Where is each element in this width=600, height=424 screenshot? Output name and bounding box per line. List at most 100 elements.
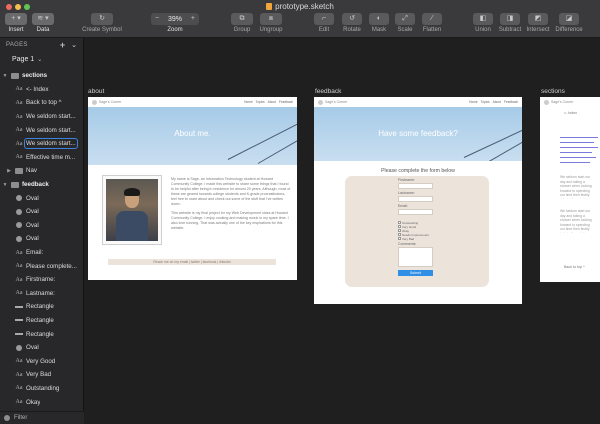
zoom-in-icon[interactable]: + [191, 13, 195, 25]
site-logo-icon [92, 99, 97, 105]
layer-row[interactable]: Aa We seldom start... [0, 123, 84, 137]
layer-label: feedback [22, 181, 49, 189]
layer-label: <- Index [26, 85, 49, 93]
layer-row[interactable]: Rectangle [0, 327, 84, 341]
layer-label: Oval [26, 208, 39, 216]
create-symbol-button[interactable]: ↻ Create Symbol [82, 13, 122, 33]
page-selector[interactable]: Page 1 ⌄ [0, 52, 83, 66]
rectangle-layer-icon [12, 305, 26, 308]
group-button[interactable]: ⧉ Group [229, 13, 255, 33]
union-button[interactable]: ◧ Union [472, 13, 494, 33]
layer-label: Very Good [26, 357, 56, 365]
artboard-feedback[interactable]: Sage's Corner Home Topics About Feedback… [314, 97, 522, 304]
email-input[interactable] [398, 209, 433, 215]
add-page-icon[interactable]: + [60, 40, 65, 50]
comments-label: Comments: [398, 242, 417, 246]
data-button[interactable]: ≋ ▾ Data [32, 13, 54, 33]
email-label: Email: [398, 204, 408, 208]
zoom-control[interactable]: − 39% + Zoom [151, 13, 199, 33]
layer-label: We seldom start... [26, 113, 76, 121]
nav-link-topics: Topics [480, 100, 490, 104]
artboard-label-sections[interactable]: sections [541, 88, 565, 95]
layer-label: Very Bad [26, 371, 52, 379]
text-layer-icon: Aa [15, 99, 23, 106]
layer-row[interactable]: Oval [0, 205, 84, 219]
layer-row[interactable]: Aa Very Good [0, 354, 84, 368]
layer-row[interactable]: Aa Please complete... [0, 259, 84, 273]
section-link [560, 152, 592, 153]
text-layer-icon: Aa [15, 127, 23, 134]
rating-radio[interactable] [398, 225, 401, 228]
layer-row[interactable]: ▼ feedback [0, 178, 84, 192]
layer-label: Rectangle [26, 316, 54, 324]
lastname-input[interactable] [398, 196, 433, 202]
difference-button[interactable]: ◪ Difference [553, 13, 585, 33]
section-link [560, 162, 590, 163]
insert-button[interactable]: + ▾ Insert [5, 13, 27, 33]
rectangle-layer-icon [12, 333, 26, 336]
collapse-pages-icon[interactable]: ⌄ [71, 41, 77, 50]
layer-row[interactable]: Aa Firstname: [0, 273, 84, 287]
about-hero-title: About me. [174, 129, 211, 138]
firstname-input[interactable] [398, 183, 433, 189]
layer-row[interactable]: Aa Email: [0, 246, 84, 260]
layer-label: Rectangle [26, 330, 54, 338]
layer-label: Lastname: [26, 289, 55, 297]
subtract-button[interactable]: ◨ Subtract [496, 13, 524, 33]
layer-row[interactable]: Oval [0, 219, 84, 233]
about-contact-footer: Reach me at: my email | twitter | facebo… [108, 259, 276, 265]
layer-row[interactable]: Oval [0, 341, 84, 355]
zoom-out-icon[interactable]: − [155, 13, 159, 25]
layer-row[interactable]: Aa Okay [0, 395, 84, 409]
canvas[interactable]: about Sage's Corner Home Topics About Fe… [85, 38, 600, 424]
artboard-label-about[interactable]: about [88, 88, 104, 95]
rating-radio[interactable] [398, 229, 401, 232]
layer-row[interactable]: Aa Very Bad [0, 368, 84, 382]
artboard-about[interactable]: Sage's Corner Home Topics About Feedback… [88, 97, 297, 280]
layer-row[interactable]: Rectangle [0, 300, 84, 314]
scale-button[interactable]: ⤢ Scale [394, 13, 416, 33]
subtract-icon: ◨ [506, 15, 514, 22]
layer-row[interactable]: Aa We seldom start... [0, 110, 84, 124]
edit-button[interactable]: ⌐ Edit [313, 13, 335, 33]
rotate-button[interactable]: ↺ Rotate [341, 13, 363, 33]
firstname-label: Firstname: [398, 178, 415, 182]
layer-row[interactable]: Aa <- Index [0, 83, 84, 97]
index-link: <- Index [564, 111, 578, 115]
layer-row[interactable]: Oval [0, 232, 84, 246]
artboard-sections[interactable]: Sage's Corner <- Index We seldom start o… [540, 97, 600, 282]
ungroup-button[interactable]: ⧈ Ungroup [257, 13, 285, 33]
oval-layer-icon [12, 222, 26, 229]
rectangle-layer-icon [12, 319, 26, 322]
layer-row[interactable]: ▼ sections [0, 69, 84, 83]
layer-label: Oval [26, 235, 39, 243]
filter-bar[interactable]: Filter [0, 411, 84, 424]
layer-label: Please complete... [26, 262, 77, 270]
submit-button[interactable]: Submit [398, 270, 433, 276]
rating-radio[interactable] [398, 233, 401, 236]
document-title: prototype.sketch [0, 2, 600, 11]
rating-radio[interactable] [398, 237, 401, 240]
layer-row[interactable]: Oval [0, 191, 84, 205]
intersect-button[interactable]: ◩ Intersect [524, 13, 552, 33]
text-layer-icon: Aa [15, 249, 23, 256]
layer-row[interactable]: Aa We seldom start... [0, 137, 84, 151]
zoom-value: 39% [167, 15, 182, 23]
artboard-label-feedback[interactable]: feedback [315, 88, 341, 95]
text-layer-icon: Aa [15, 358, 23, 365]
text-layer-icon: Aa [15, 140, 23, 147]
layer-row[interactable]: Rectangle [0, 314, 84, 328]
rating-radio[interactable] [398, 221, 401, 224]
layer-row[interactable]: ▶ Nav [0, 164, 84, 178]
layer-label: sections [22, 72, 48, 80]
nav-link-home: Home [469, 100, 478, 104]
layer-row[interactable]: Aa Outstanding [0, 382, 84, 396]
layer-row[interactable]: Aa Effective time m... [0, 151, 84, 165]
layer-row[interactable]: Aa Lastname: [0, 287, 84, 301]
layer-row[interactable]: Aa Back to top ^ [0, 96, 84, 110]
oval-layer-icon [12, 235, 26, 242]
flatten-button[interactable]: ⁄ Flatten [420, 13, 444, 33]
mask-button[interactable]: ◐ Mask [368, 13, 390, 33]
comments-textarea[interactable] [398, 247, 433, 267]
nav-link-about: About [492, 100, 501, 104]
